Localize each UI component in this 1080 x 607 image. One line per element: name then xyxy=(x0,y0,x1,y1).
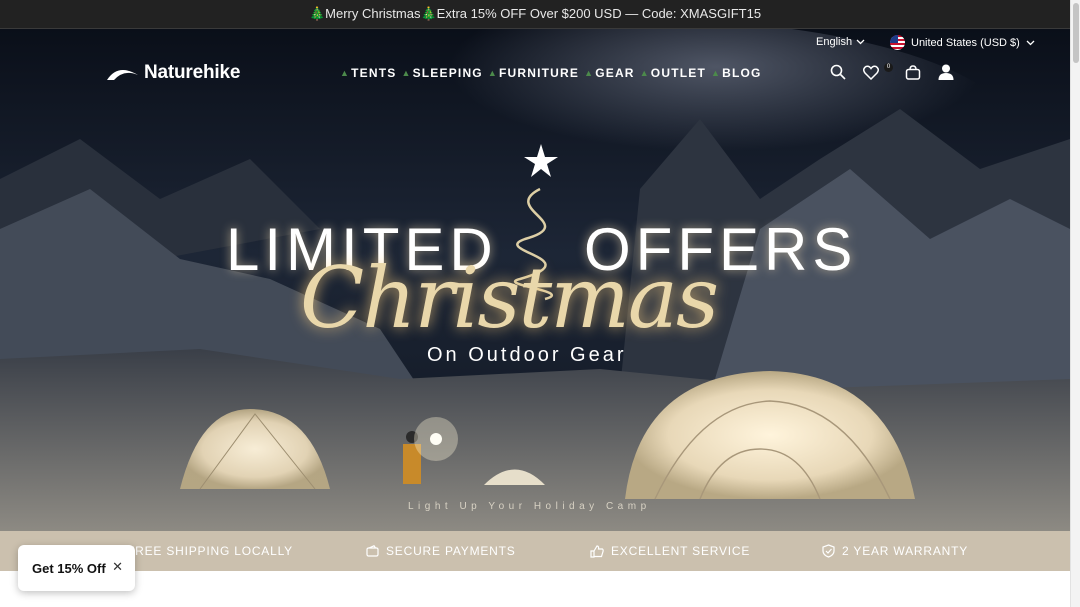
shield-check-icon xyxy=(822,544,835,558)
tree-icon: ▲ xyxy=(639,68,650,78)
hero-script-text: Christmas xyxy=(300,249,719,347)
search-icon[interactable] xyxy=(830,64,846,80)
tree-icon: ▲ xyxy=(487,68,498,78)
nav-label: BLOG xyxy=(722,66,762,80)
wishlist-count: 0 xyxy=(884,62,893,72)
trust-label: EXCELLENT SERVICE xyxy=(611,544,751,558)
trust-item-payments: SECURE PAYMENTS xyxy=(366,544,516,558)
mountain-logo-icon xyxy=(107,70,138,80)
brand-name: Naturehike xyxy=(144,62,241,83)
nav-label: FURNITURE xyxy=(498,66,580,80)
bag-icon[interactable] xyxy=(905,64,921,80)
next-section xyxy=(0,571,1070,607)
thumbs-up-icon xyxy=(590,544,604,558)
heart-icon[interactable]: 0 xyxy=(863,62,893,80)
tree-icon: ▲ xyxy=(340,68,351,78)
wallet-icon xyxy=(366,545,379,557)
scrollbar-thumb[interactable] xyxy=(1073,3,1079,63)
discount-popup-label: Get 15% Off xyxy=(32,560,106,576)
tree-icon: ▲ xyxy=(711,68,722,78)
trust-label: 2 YEAR WARRANTY xyxy=(842,544,969,558)
us-flag-icon xyxy=(890,35,905,50)
nav-item-blog[interactable]: ▲ BLOG xyxy=(711,66,762,80)
main-nav: ▲ TENTS ▲ SLEEPING ▲ FURNITURE ▲ GEAR ▲ OUTLE… xyxy=(340,66,762,80)
page: 🎄Merry Christmas🎄Extra 15% OFF Over $200… xyxy=(0,0,1080,607)
language-label: English xyxy=(816,36,853,48)
nav-label: GEAR xyxy=(595,66,635,80)
brand-logo[interactable]: Naturehike xyxy=(106,62,240,84)
tree-icon: ▲ xyxy=(584,68,595,78)
nav-label: TENTS xyxy=(351,66,397,80)
language-selector[interactable]: English xyxy=(816,36,865,48)
announcement-text: 🎄Merry Christmas🎄Extra 15% OFF Over $200… xyxy=(308,6,762,21)
nav-label: OUTLET xyxy=(650,66,706,80)
country-selector[interactable]: United States (USD $) xyxy=(890,35,1035,50)
chevron-down-icon xyxy=(856,39,865,45)
close-icon[interactable]: ✕ xyxy=(112,559,123,575)
hero-subtitle: On Outdoor Gear xyxy=(427,344,627,366)
announcement-bar[interactable]: 🎄Merry Christmas🎄Extra 15% OFF Over $200… xyxy=(0,0,1070,29)
nav-item-furniture[interactable]: ▲ FURNITURE xyxy=(488,66,579,80)
trust-item-warranty: 2 YEAR WARRANTY xyxy=(822,544,968,558)
account-icon[interactable] xyxy=(938,64,954,80)
discount-popup[interactable]: Get 15% Off ✕ xyxy=(18,545,135,591)
nav-item-sleeping[interactable]: ▲ SLEEPING xyxy=(401,66,482,80)
chevron-down-icon xyxy=(1026,40,1035,45)
trust-bar: FREE SHIPPING LOCALLY SECURE PAYMENTS EX… xyxy=(0,531,1070,571)
nav-item-gear[interactable]: ▲ GEAR xyxy=(584,66,635,80)
nav-item-outlet[interactable]: ▲ OUTLET xyxy=(640,66,706,80)
country-label: United States (USD $) xyxy=(911,36,1020,49)
nav-label: SLEEPING xyxy=(412,66,483,80)
trust-label: FREE SHIPPING LOCALLY xyxy=(127,544,293,558)
nav-item-tents[interactable]: ▲ TENTS xyxy=(340,66,396,80)
hero-banner[interactable]: English United States (USD $) Naturehike… xyxy=(0,29,1070,531)
header-icons: 0 xyxy=(830,62,954,80)
hero-tagline: Light Up Your Holiday Camp xyxy=(408,501,651,512)
trust-label: SECURE PAYMENTS xyxy=(386,544,516,558)
tree-icon: ▲ xyxy=(401,68,412,78)
scrollbar[interactable] xyxy=(1070,0,1080,607)
trust-item-service: EXCELLENT SERVICE xyxy=(590,544,750,558)
